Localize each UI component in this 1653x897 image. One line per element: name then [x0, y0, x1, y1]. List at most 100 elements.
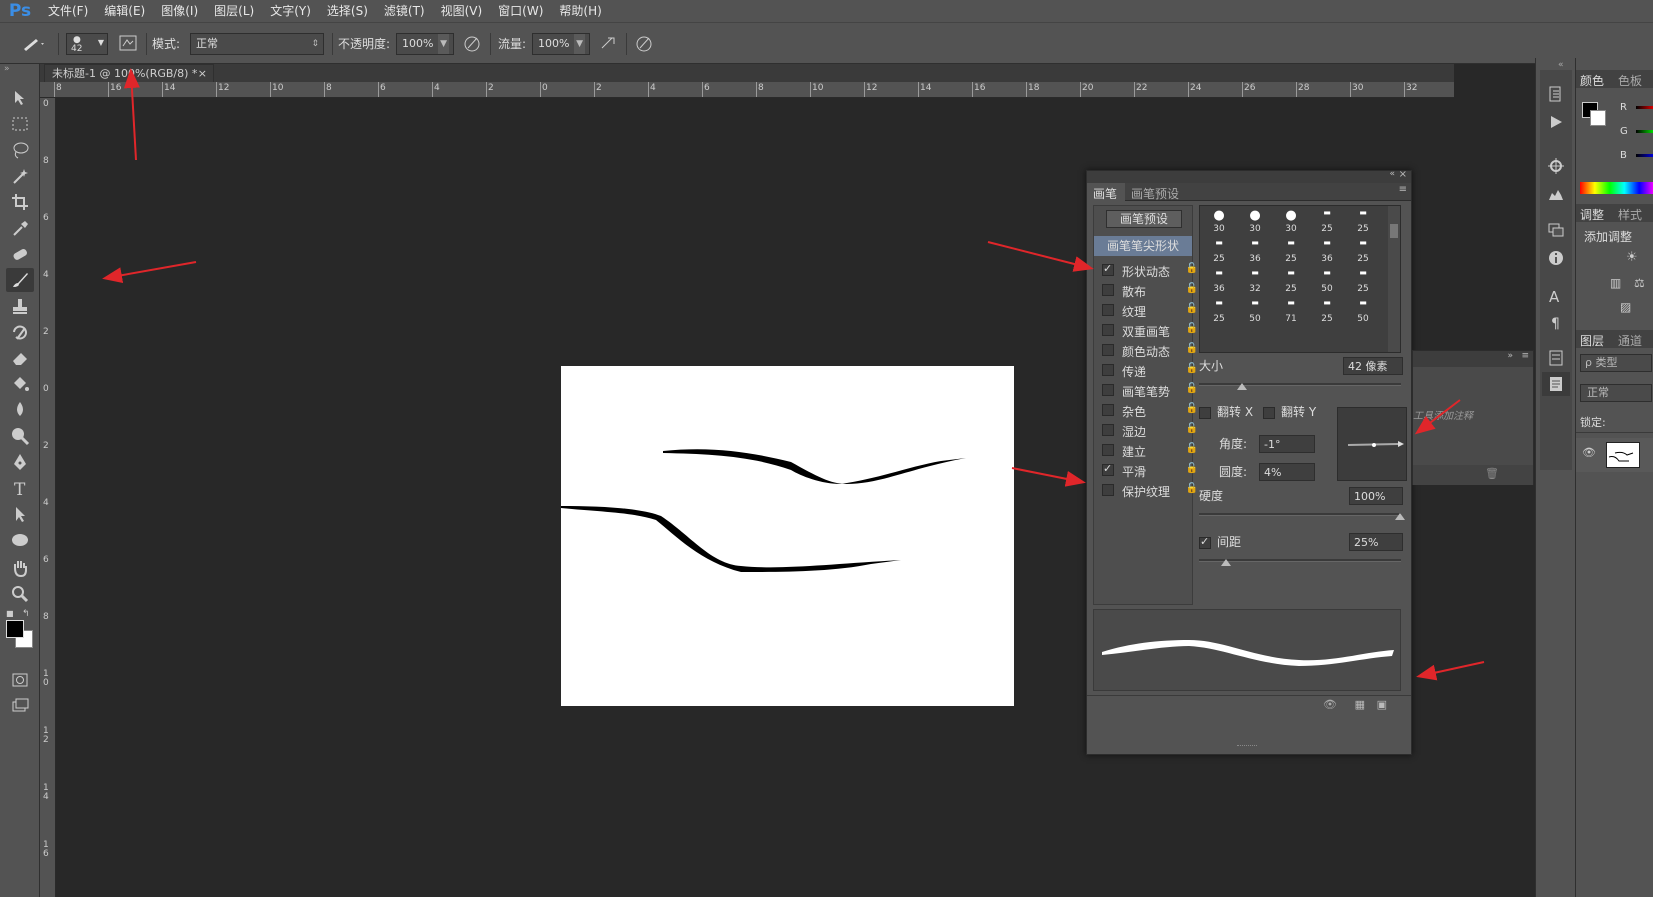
path-selection-tool-icon[interactable] — [6, 502, 34, 526]
brush-tip-swatch[interactable]: ▬ — [1240, 298, 1270, 308]
size-input[interactable]: 42 像素 — [1343, 357, 1403, 375]
brush-option-checkbox[interactable] — [1102, 284, 1114, 296]
lock-icon[interactable]: 🔓 — [1186, 303, 1198, 314]
tab-brush-presets[interactable]: 画笔预设 — [1131, 185, 1179, 202]
brush-option-9[interactable]: 建立 🔓 — [1094, 440, 1198, 460]
lock-icon[interactable]: 🔓 — [1186, 323, 1198, 334]
brush-option-1[interactable]: 散布 🔓 — [1094, 280, 1198, 300]
b-slider[interactable] — [1636, 154, 1653, 157]
brush-tip-swatch[interactable]: ● — [1204, 208, 1234, 223]
brush-option-checkbox[interactable] — [1102, 484, 1114, 496]
lock-icon[interactable]: 🔓 — [1186, 263, 1198, 274]
ellipse-tool-icon[interactable] — [6, 528, 34, 552]
healing-brush-tool-icon[interactable] — [6, 242, 34, 266]
brush-tool-preset-picker[interactable] — [18, 33, 48, 55]
swap-colors-icon[interactable]: ↰ — [22, 609, 30, 619]
histogram-icon[interactable] — [1542, 182, 1570, 206]
panel-menu-icon[interactable]: ≡ — [1399, 184, 1407, 195]
angle-input[interactable]: -1° — [1259, 435, 1315, 453]
character-icon[interactable]: A — [1542, 284, 1570, 308]
brush-tip-swatch[interactable]: ▬ — [1204, 298, 1234, 308]
tab-styles[interactable]: 样式 — [1618, 206, 1642, 223]
paint-bucket-tool-icon[interactable] — [6, 372, 34, 396]
clone-stamp-tool-icon[interactable] — [6, 294, 34, 318]
brush-tip-swatch[interactable]: ▬ — [1312, 238, 1342, 248]
trash-icon[interactable]: 🗑 — [1485, 467, 1499, 480]
brush-option-11[interactable]: 保护纹理 🔓 — [1094, 480, 1198, 500]
menu-item-2[interactable]: 图像(I) — [153, 0, 206, 22]
brush-tip-swatch[interactable]: ● — [1240, 208, 1270, 223]
color-spectrum[interactable] — [1580, 182, 1653, 194]
layer-comps-icon[interactable] — [1542, 346, 1570, 370]
new-brush-icon[interactable]: ▣ — [1377, 698, 1387, 711]
brush-option-checkbox[interactable] — [1102, 324, 1114, 336]
spacing-slider-thumb[interactable] — [1221, 559, 1231, 566]
document-tab[interactable]: 未标题-1 @ 100%(RGB/8) * × — [44, 64, 214, 82]
brush-tip-swatch[interactable]: ▬ — [1348, 298, 1378, 308]
size-slider[interactable] — [1199, 383, 1401, 386]
brush-option-10[interactable]: 平滑 🔓 — [1094, 460, 1198, 480]
zoom-tool-icon[interactable] — [6, 582, 34, 606]
flip-y-checkbox[interactable] — [1263, 407, 1275, 419]
hardness-input[interactable]: 100% — [1349, 487, 1403, 505]
menu-item-1[interactable]: 编辑(E) — [96, 0, 153, 22]
close-icon[interactable]: × — [1399, 169, 1407, 180]
tab-color[interactable]: 颜色 — [1580, 72, 1604, 89]
toggle-live-tip-icon[interactable]: 👁 — [1323, 698, 1337, 711]
lock-icon[interactable]: 🔓 — [1186, 383, 1198, 394]
eyedropper-tool-icon[interactable] — [6, 216, 34, 240]
brush-option-checkbox[interactable] — [1102, 462, 1114, 476]
brush-option-0[interactable]: 形状动态 🔓 — [1094, 260, 1198, 280]
foreground-color-swatch[interactable] — [6, 620, 24, 638]
g-slider[interactable] — [1636, 130, 1653, 133]
brush-tip-swatch[interactable]: ▬ — [1312, 208, 1342, 218]
hardness-slider-thumb[interactable] — [1395, 513, 1405, 520]
collapse-icon[interactable]: « — [1389, 169, 1395, 179]
brightness-icon[interactable]: ☀ — [1626, 250, 1638, 265]
eraser-tool-icon[interactable] — [6, 346, 34, 370]
brush-option-checkbox[interactable] — [1102, 444, 1114, 456]
brush-option-checkbox[interactable] — [1102, 262, 1114, 276]
layer-kind-filter[interactable]: ρ 类型 — [1580, 354, 1652, 372]
airbrush-icon[interactable] — [598, 33, 620, 55]
menu-item-4[interactable]: 文字(Y) — [262, 0, 319, 22]
brush-option-8[interactable]: 湿边 🔓 — [1094, 420, 1198, 440]
quick-mask-icon[interactable] — [6, 668, 34, 692]
brush-tip-swatch[interactable]: ● — [1276, 208, 1306, 223]
lasso-tool-icon[interactable] — [6, 138, 34, 162]
menu-item-7[interactable]: 视图(V) — [433, 0, 491, 22]
collapse-icon[interactable]: » — [4, 64, 10, 74]
brush-tip-swatch[interactable]: ▬ — [1276, 298, 1306, 308]
move-tool-icon[interactable] — [6, 86, 34, 110]
brush-option-checkbox[interactable] — [1102, 384, 1114, 396]
brush-presets-button[interactable]: 画笔预设 — [1106, 210, 1182, 228]
brush-tip-swatch[interactable]: ▬ — [1312, 298, 1342, 308]
notes-icon[interactable] — [1542, 372, 1570, 396]
brush-option-checkbox[interactable] — [1102, 344, 1114, 356]
brush-option-4[interactable]: 颜色动态 🔓 — [1094, 340, 1198, 360]
tab-channels[interactable]: 通道 — [1618, 332, 1642, 349]
menu-item-9[interactable]: 帮助(H) — [551, 0, 609, 22]
brush-option-checkbox[interactable] — [1102, 404, 1114, 416]
magic-wand-tool-icon[interactable] — [6, 164, 34, 188]
brush-option-checkbox[interactable] — [1102, 304, 1114, 316]
type-tool-icon[interactable]: T — [6, 476, 34, 500]
brush-tip-grid[interactable]: ● 30 ● 30 ● 30 ▬ 25 ▬ 25 ▬ 25 ▬ 36 ▬ 25 ▬ 36 ▬ 25 ▬ 36 ▬ 32 ▬ 25 ▬… — [1199, 205, 1401, 353]
tip-grid-scrollbar[interactable] — [1388, 206, 1400, 352]
info-icon[interactable] — [1542, 246, 1570, 270]
flow-input[interactable]: 100% ▼ — [532, 33, 590, 55]
brush-option-5[interactable]: 传递 🔓 — [1094, 360, 1198, 380]
clone-source-icon[interactable] — [1542, 218, 1570, 242]
hand-tool-icon[interactable] — [6, 556, 34, 580]
menu-item-5[interactable]: 选择(S) — [319, 0, 376, 22]
lock-icon[interactable]: 🔓 — [1186, 343, 1198, 354]
brush-tip-swatch[interactable]: ▬ — [1240, 268, 1270, 278]
blur-tool-icon[interactable] — [6, 398, 34, 422]
lock-icon[interactable]: 🔓 — [1186, 283, 1198, 294]
mode-select[interactable]: 正常 ⇕ — [190, 33, 324, 55]
brush-tip-swatch[interactable]: ▬ — [1348, 238, 1378, 248]
menu-item-0[interactable]: 文件(F) — [40, 0, 96, 22]
flip-x-checkbox[interactable] — [1199, 407, 1211, 419]
visibility-eye-icon[interactable]: 👁 — [1582, 446, 1596, 459]
brush-tip-swatch[interactable]: ▬ — [1204, 238, 1234, 248]
